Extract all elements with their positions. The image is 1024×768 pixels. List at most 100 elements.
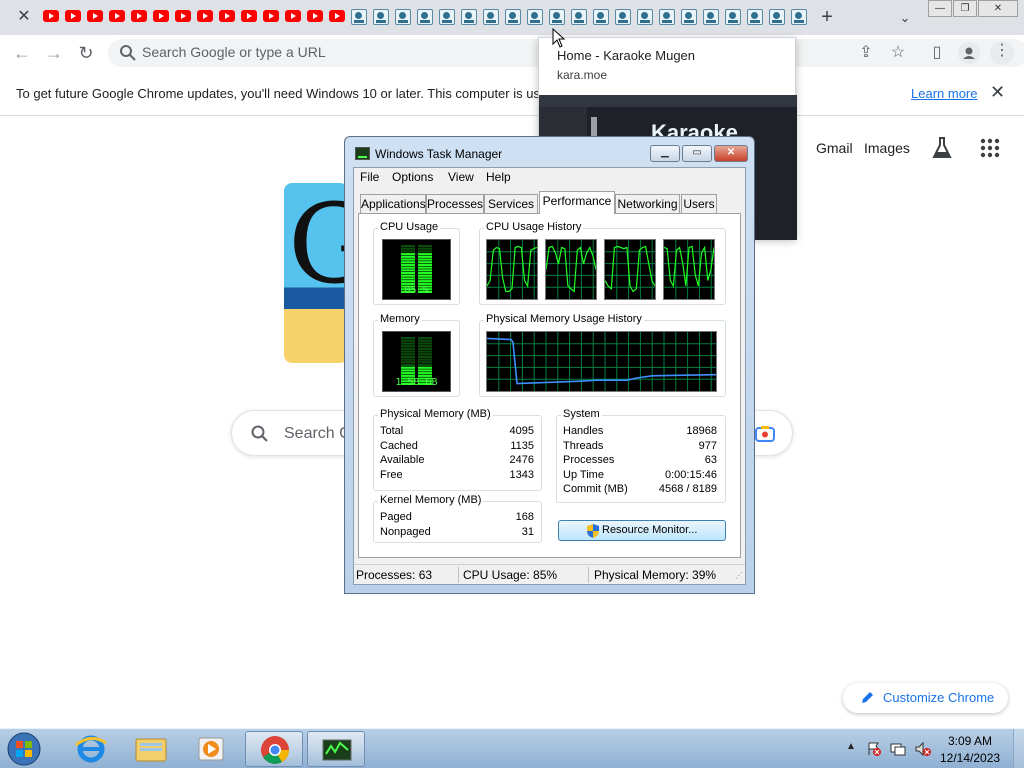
tab-youtube[interactable] <box>238 7 260 27</box>
tm-close-button[interactable]: ✕ <box>714 145 748 162</box>
minimize-window-button[interactable]: — <box>928 0 952 17</box>
tab-youtube[interactable] <box>282 7 304 27</box>
active-tab-close-icon[interactable]: ✕ <box>13 6 35 28</box>
show-hidden-icons-chevron-icon[interactable]: ▲ <box>846 741 856 752</box>
tab-karaoke-mugen[interactable] <box>788 7 810 27</box>
show-desktop-button[interactable] <box>1013 729 1024 768</box>
task-manager-title: Windows Task Manager <box>375 147 503 161</box>
tab-youtube[interactable] <box>150 7 172 27</box>
tab-karaoke-mugen[interactable] <box>744 7 766 27</box>
tab-karaoke-mugen[interactable] <box>348 7 370 27</box>
menu-options[interactable]: Options <box>392 170 433 184</box>
tab-karaoke-mugen[interactable] <box>480 7 502 27</box>
cpu-history-group: CPU Usage History <box>479 221 726 305</box>
tm-minimize-button[interactable]: ▁ <box>650 145 680 162</box>
tab-karaoke-mugen[interactable] <box>766 7 788 27</box>
tab-karaoke-mugen[interactable] <box>700 7 722 27</box>
status-divider <box>588 567 589 583</box>
tab-karaoke-mugen[interactable] <box>634 7 656 27</box>
volume-muted-icon[interactable] <box>914 741 932 757</box>
tab-youtube[interactable] <box>216 7 238 27</box>
tab-search-chevron-icon[interactable]: ⌄ <box>895 8 915 28</box>
google-doodle[interactable]: G <box>284 183 348 363</box>
resize-grip-icon[interactable]: ⋰ <box>735 571 743 580</box>
close-window-button[interactable]: ✕ <box>978 0 1018 17</box>
taskbar-clock-date[interactable]: 12/14/2023 <box>940 751 1000 765</box>
bookmark-star-icon[interactable]: ☆ <box>888 43 908 63</box>
tab-karaoke-mugen[interactable] <box>590 7 612 27</box>
meter-segment <box>401 245 415 248</box>
tab-karaoke-mugen[interactable] <box>414 7 436 27</box>
tab-youtube[interactable] <box>62 7 84 27</box>
reload-icon[interactable]: ↻ <box>74 41 98 65</box>
share-icon[interactable]: ⇪ <box>856 43 876 63</box>
chrome-menu-icon[interactable]: ⋮ <box>990 41 1014 65</box>
images-link[interactable]: Images <box>864 140 910 156</box>
tab-youtube[interactable] <box>304 7 326 27</box>
tab-karaoke-mugen[interactable] <box>546 7 568 27</box>
tab-karaoke-mugen[interactable] <box>656 7 678 27</box>
cpu-history-line <box>604 245 656 293</box>
tab-users[interactable]: Users <box>681 194 717 213</box>
resource-monitor-button[interactable]: Resource Monitor... <box>558 520 726 541</box>
tab-processes[interactable]: Processes <box>426 194 484 213</box>
google-lens-camera-icon[interactable] <box>754 424 776 444</box>
tm-maximize-button[interactable]: ▭ <box>682 145 712 162</box>
menu-view[interactable]: View <box>448 170 474 184</box>
tab-youtube[interactable] <box>326 7 348 27</box>
tab-youtube[interactable] <box>40 7 62 27</box>
tab-karaoke-mugen[interactable] <box>392 7 414 27</box>
tab-youtube[interactable] <box>172 7 194 27</box>
tab-youtube[interactable] <box>106 7 128 27</box>
start-button[interactable] <box>4 731 44 767</box>
task-manager-titlebar[interactable]: Windows Task Manager ▁ ▭ ✕ <box>345 137 754 167</box>
stat-value: 4568 / 8189 <box>658 483 717 495</box>
tab-youtube[interactable] <box>84 7 106 27</box>
menu-file[interactable]: File <box>360 170 379 184</box>
taskbar-clock-time[interactable]: 3:09 AM <box>948 734 992 748</box>
tm-menu-bar: File Options View Help <box>354 168 745 186</box>
taskbar-media-player[interactable] <box>182 731 240 767</box>
infobar-close-icon[interactable]: ✕ <box>990 82 1005 103</box>
tab-karaoke-mugen[interactable] <box>458 7 480 27</box>
side-panel-icon[interactable]: ▯ <box>927 43 947 63</box>
action-center-flag-icon[interactable] <box>866 741 882 757</box>
karaoke-mugen-favicon-icon <box>351 9 367 25</box>
physical-memory-history-graph <box>486 331 717 392</box>
network-icon[interactable] <box>890 741 906 757</box>
apps-grid-icon[interactable] <box>980 138 1000 161</box>
profile-avatar-icon[interactable] <box>958 42 980 64</box>
tab-karaoke-mugen[interactable] <box>524 7 546 27</box>
tab-karaoke-mugen[interactable] <box>722 7 744 27</box>
tab-performance[interactable]: Performance <box>539 191 615 214</box>
tab-karaoke-mugen[interactable] <box>612 7 634 27</box>
tab-karaoke-mugen[interactable] <box>568 7 590 27</box>
labs-flask-icon[interactable] <box>932 136 952 163</box>
tab-networking[interactable]: Networking <box>615 194 680 213</box>
restore-window-button[interactable]: ❐ <box>953 0 977 17</box>
gmail-link[interactable]: Gmail <box>816 140 853 156</box>
tab-applications[interactable]: Applications <box>360 194 426 213</box>
taskbar-google-chrome[interactable] <box>245 731 303 767</box>
forward-arrow-icon[interactable]: → <box>42 41 66 65</box>
tab-karaoke-mugen[interactable] <box>502 7 524 27</box>
tab-karaoke-mugen[interactable] <box>370 7 392 27</box>
tab-karaoke-mugen[interactable] <box>436 7 458 27</box>
learn-more-link[interactable]: Learn more <box>911 86 977 101</box>
menu-help[interactable]: Help <box>486 170 511 184</box>
tab-karaoke-mugen[interactable] <box>678 7 700 27</box>
new-tab-button[interactable]: + <box>816 6 838 28</box>
taskbar-internet-explorer[interactable] <box>62 731 120 767</box>
taskbar-file-explorer[interactable] <box>122 731 180 767</box>
back-arrow-icon[interactable]: ← <box>10 41 34 65</box>
taskbar-task-manager[interactable] <box>307 731 365 767</box>
karaoke-mugen-favicon-icon <box>439 9 455 25</box>
tab-youtube[interactable] <box>128 7 150 27</box>
tab-youtube[interactable] <box>194 7 216 27</box>
customize-chrome-button[interactable]: Customize Chrome <box>843 683 1008 713</box>
tab-services[interactable]: Services <box>484 194 538 213</box>
cpu-usage-meter: 85 % <box>382 239 451 300</box>
physical-memory-history-group: Physical Memory Usage History <box>479 313 726 397</box>
tab-youtube[interactable] <box>260 7 282 27</box>
karaoke-mugen-favicon-icon <box>791 9 807 25</box>
